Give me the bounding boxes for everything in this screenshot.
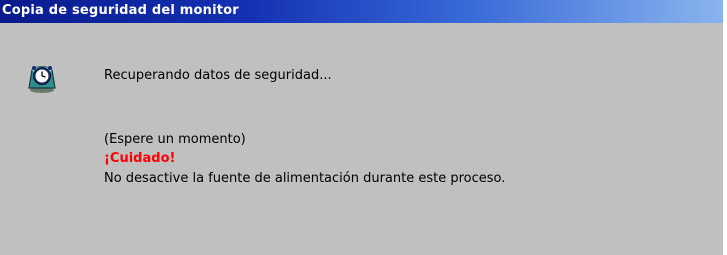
- warning-text: No desactive la fuente de alimentación d…: [104, 171, 506, 186]
- dialog-window: Copia de seguridad del monitor Recuperan…: [0, 0, 723, 255]
- monitor-backup-clock-icon: [24, 58, 60, 94]
- title-bar[interactable]: Copia de seguridad del monitor: [0, 0, 723, 23]
- window-title: Copia de seguridad del monitor: [2, 3, 239, 18]
- warning-title: ¡Cuidado!: [104, 151, 176, 166]
- status-text: Recuperando datos de seguridad...: [104, 68, 332, 83]
- wait-text: (Espere un momento): [104, 132, 246, 147]
